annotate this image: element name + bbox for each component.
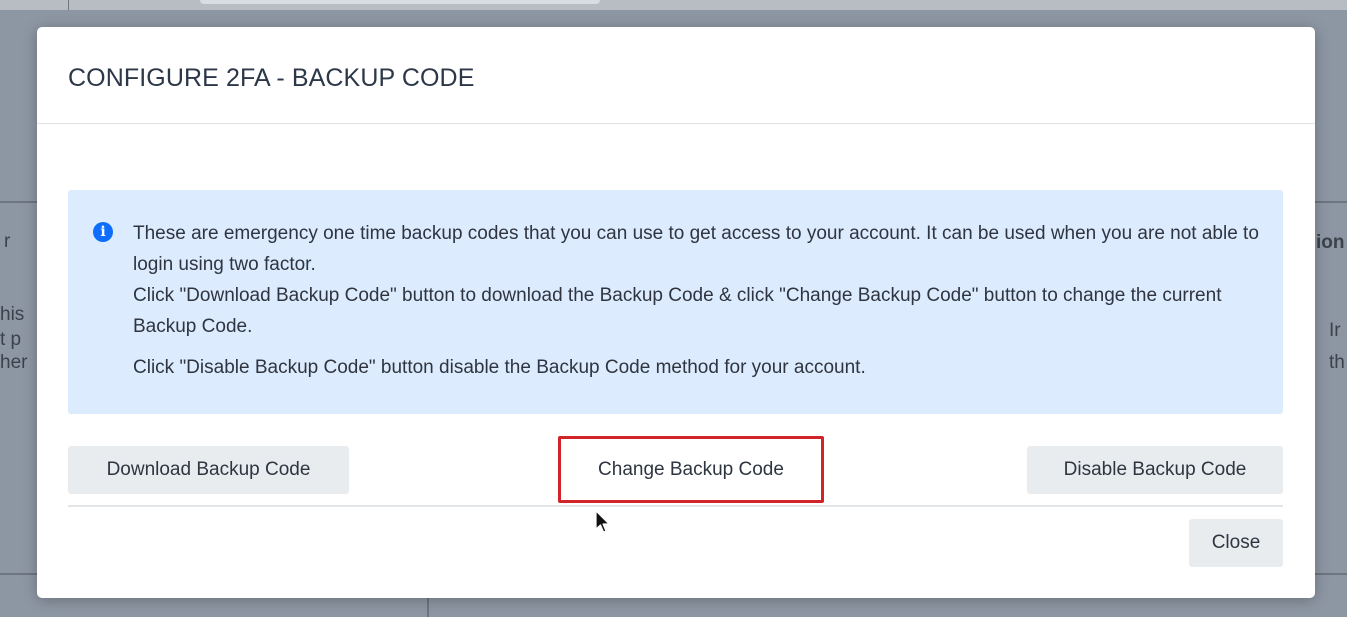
modal-title: CONFIGURE 2FA - BACKUP CODE	[68, 63, 475, 92]
info-circle-icon: i	[93, 222, 113, 242]
background-divider	[427, 598, 429, 617]
background-divider	[1315, 573, 1347, 575]
background-divider	[0, 573, 37, 575]
background-divider	[0, 201, 37, 203]
background-text: th	[1329, 352, 1345, 373]
background-text: r	[4, 231, 11, 252]
background-text: ion	[1316, 232, 1345, 253]
info-text: These are emergency one time backup code…	[133, 223, 1259, 275]
mouse-pointer-icon	[595, 510, 610, 533]
background-text: his	[0, 304, 25, 325]
disable-backup-code-button[interactable]: Disable Backup Code	[1027, 446, 1283, 494]
modal-footer-divider	[68, 505, 1283, 507]
info-alert: i These are emergency one time backup co…	[68, 190, 1283, 414]
background-divider	[1315, 201, 1347, 203]
background-text: t p	[0, 329, 22, 350]
background-text: her	[0, 352, 28, 373]
modal-header: CONFIGURE 2FA - BACKUP CODE	[37, 27, 1315, 124]
background-text: Ir	[1329, 320, 1341, 341]
info-text: Click "Download Backup Code" button to d…	[133, 285, 1222, 337]
configure-2fa-modal: CONFIGURE 2FA - BACKUP CODE i These are …	[37, 27, 1315, 598]
background-divider	[68, 0, 69, 10]
download-backup-code-button[interactable]: Download Backup Code	[68, 446, 349, 494]
background-top-bar	[0, 0, 1347, 10]
close-button[interactable]: Close	[1189, 519, 1283, 567]
change-backup-code-button[interactable]: Change Backup Code	[558, 436, 824, 503]
info-text: Click "Disable Backup Code" button disab…	[133, 357, 866, 378]
background-search-bar	[200, 0, 600, 4]
